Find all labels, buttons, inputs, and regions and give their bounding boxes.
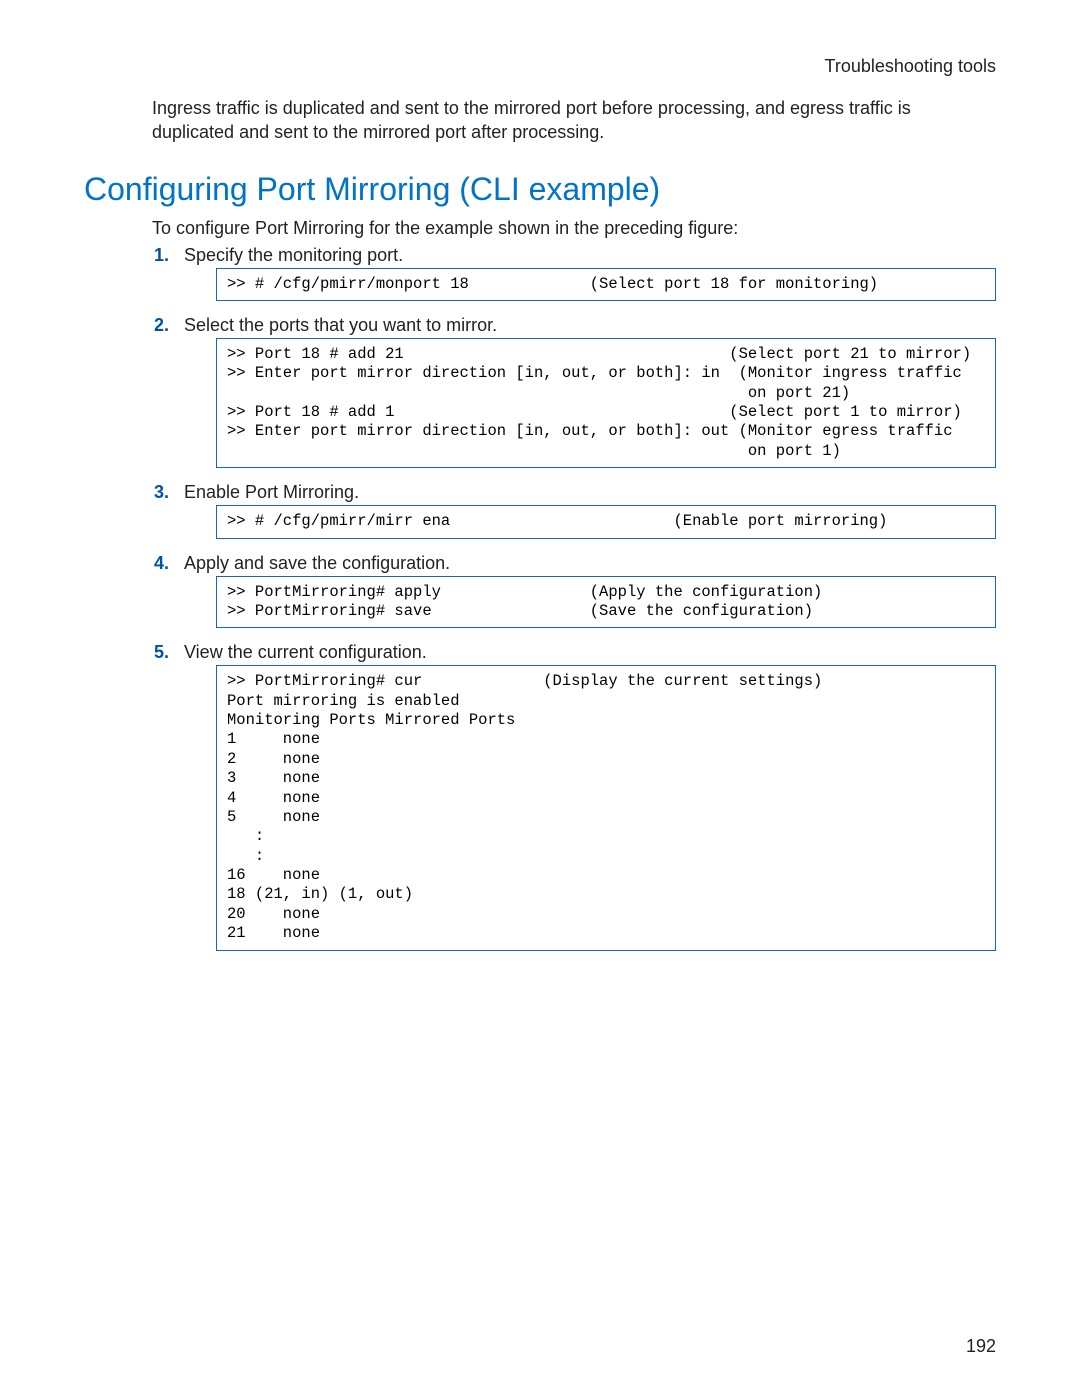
section-title: Configuring Port Mirroring (CLI example): [84, 171, 996, 208]
step-1: Specify the monitoring port. >> # /cfg/p…: [184, 245, 996, 301]
step-text: Specify the monitoring port.: [184, 245, 996, 266]
section-intro: To configure Port Mirroring for the exam…: [152, 218, 996, 239]
code-block: >> PortMirroring# apply (Apply the confi…: [216, 576, 996, 629]
page-number: 192: [966, 1336, 996, 1357]
code-block: >> PortMirroring# cur (Display the curre…: [216, 665, 996, 950]
step-5: View the current configuration. >> PortM…: [184, 642, 996, 950]
code-block: >> # /cfg/pmirr/monport 18 (Select port …: [216, 268, 996, 301]
intro-paragraph: Ingress traffic is duplicated and sent t…: [152, 96, 976, 145]
page: Troubleshooting tools Ingress traffic is…: [0, 0, 1080, 1397]
step-4: Apply and save the configuration. >> Por…: [184, 553, 996, 629]
step-text: Enable Port Mirroring.: [184, 482, 996, 503]
code-block: >> Port 18 # add 21 (Select port 21 to m…: [216, 338, 996, 468]
step-text: Apply and save the configuration.: [184, 553, 996, 574]
step-list: Specify the monitoring port. >> # /cfg/p…: [184, 245, 996, 951]
step-text: Select the ports that you want to mirror…: [184, 315, 996, 336]
step-text: View the current configuration.: [184, 642, 996, 663]
page-header-right: Troubleshooting tools: [825, 56, 996, 77]
code-block: >> # /cfg/pmirr/mirr ena (Enable port mi…: [216, 505, 996, 538]
step-2: Select the ports that you want to mirror…: [184, 315, 996, 468]
step-3: Enable Port Mirroring. >> # /cfg/pmirr/m…: [184, 482, 996, 538]
